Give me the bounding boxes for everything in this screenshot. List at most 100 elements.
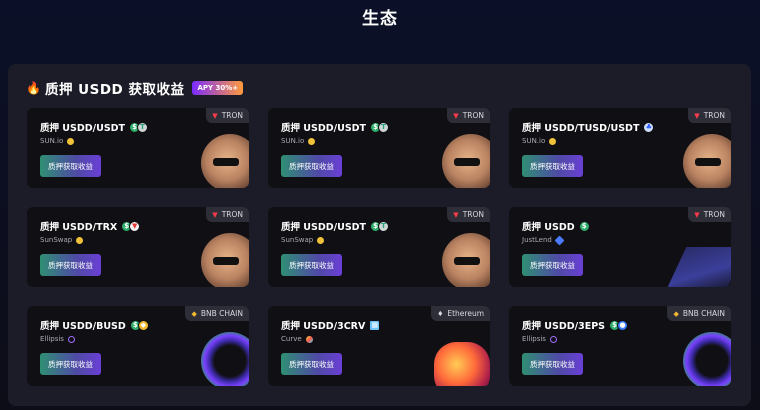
card-title-row: 质押 USDD/3CRV ▦ (281, 318, 381, 332)
token-icons: ▦ (369, 319, 381, 331)
ellipsis-illustration (201, 332, 249, 386)
chain-label: Ethereum (447, 309, 484, 318)
curve-icon (305, 335, 313, 343)
usdd-icon: $ (578, 220, 590, 232)
tron-icon: ▼ (453, 111, 459, 120)
tron-icon: ▼ (694, 210, 700, 219)
sunio-icon (308, 137, 316, 145)
sun-mascot-illustration (442, 233, 490, 287)
3eps-icon: ● (617, 319, 629, 331)
protocol-row: SunSwap (40, 236, 84, 244)
protocol-row: JustLend (522, 235, 565, 245)
stake-button[interactable]: 质押获取收益 (281, 353, 342, 375)
card-title-row: 质押 USDD/TUSD/USDT ♣ (522, 120, 655, 134)
sunio-icon (549, 137, 557, 145)
stake-button[interactable]: 质押获取收益 (522, 353, 583, 375)
sunswap-icon (76, 236, 84, 244)
panel-header: 🔥 质押 USDD 获取收益 APY 30%+ (26, 80, 244, 98)
pool-title: 质押 USDD/USDT (281, 222, 367, 233)
sun-mascot-illustration (201, 233, 249, 287)
stake-button[interactable]: 质押获取收益 (40, 155, 101, 177)
usdt-icon: T (378, 121, 390, 133)
ellipsis-icon (549, 335, 557, 343)
token-icons: $ T (129, 121, 149, 133)
chain-tag: ▼ TRON (206, 207, 249, 222)
apy-badge: APY 30%+ (192, 81, 244, 95)
justlend-illustration (667, 247, 731, 287)
pool-card: ▼ TRON 质押 USDD/TUSD/USDT ♣ SUN.io 质押获取收益 (509, 108, 731, 188)
pool-card: ▼ TRON 质押 USDD/USDT $ T SunSwap 质押获取收益 (268, 207, 490, 287)
token-icons: $ (578, 220, 590, 232)
chain-tag: ▼ TRON (206, 108, 249, 123)
protocol-row: Ellipsis (40, 335, 75, 343)
tusd-icon: ♣ (643, 121, 655, 133)
protocol-row: SUN.io (40, 137, 75, 145)
token-icons: $ ● (609, 319, 629, 331)
pool-title: 质押 USDD/3CRV (281, 321, 366, 332)
card-title-row: 质押 USDD/USDT $ T (281, 120, 390, 134)
tron-icon: ▼ (694, 111, 700, 120)
chain-tag: ▼ TRON (688, 108, 731, 123)
3crv-icon: ▦ (369, 319, 381, 331)
tron-icon: ▼ (453, 210, 459, 219)
pool-title: 质押 USDD/TUSD/USDT (522, 123, 640, 134)
usdt-icon: T (137, 121, 149, 133)
staking-panel: 🔥 质押 USDD 获取收益 APY 30%+ ▼ TRON 质押 USDD/U… (8, 64, 751, 406)
tron-icon: ▼ (212, 210, 218, 219)
stake-button[interactable]: 质押获取收益 (40, 254, 101, 276)
card-title-row: 质押 USDD/USDT $ T (281, 219, 390, 233)
chain-label: TRON (462, 210, 484, 219)
stake-button[interactable]: 质押获取收益 (281, 155, 342, 177)
sun-mascot-illustration (683, 134, 731, 188)
card-title-row: 质押 USDD/3EPS $ ● (522, 318, 629, 332)
protocol-label: SUN.io (40, 137, 64, 145)
chain-tag: ◆ BNB CHAIN (185, 306, 249, 321)
chain-label: TRON (462, 111, 484, 120)
pool-title: 质押 USDD/USDT (40, 123, 126, 134)
protocol-label: SunSwap (40, 236, 73, 244)
protocol-label: SUN.io (281, 137, 305, 145)
ethereum-icon: ♦ (437, 309, 444, 318)
pool-title: 质押 USDD/USDT (281, 123, 367, 134)
chain-label: BNB CHAIN (682, 309, 725, 318)
stake-button[interactable]: 质押获取收益 (281, 254, 342, 276)
pool-card: ▼ TRON 质押 USDD $ JustLend 质押获取收益 (509, 207, 731, 287)
section-title: 质押 USDD 获取收益 (44, 82, 185, 98)
chain-label: TRON (703, 111, 725, 120)
stake-button[interactable]: 质押获取收益 (522, 155, 583, 177)
protocol-label: Ellipsis (40, 335, 64, 343)
tron-icon: ▼ (212, 111, 218, 120)
protocol-row: SUN.io (281, 137, 316, 145)
stake-button[interactable]: 质押获取收益 (40, 353, 101, 375)
pool-title: 质押 USDD/TRX (40, 222, 118, 233)
token-icons: ♣ (643, 121, 655, 133)
fire-icon: 🔥 (26, 81, 41, 95)
protocol-row: SunSwap (281, 236, 325, 244)
chain-tag: ♦ Ethereum (431, 306, 490, 321)
protocol-row: Ellipsis (522, 335, 557, 343)
protocol-label: Curve (281, 335, 302, 343)
bnb-icon: ◆ (673, 309, 679, 318)
busd-icon: ◆ (137, 319, 149, 331)
usdt-icon: T (378, 220, 390, 232)
sunswap-icon (317, 236, 325, 244)
pool-card: ♦ Ethereum 质押 USDD/3CRV ▦ Curve 质押获取收益 (268, 306, 490, 386)
pool-card: ▼ TRON 质押 USDD/USDT $ T SUN.io 质押获取收益 (27, 108, 249, 188)
stake-button[interactable]: 质押获取收益 (522, 254, 583, 276)
chain-tag: ▼ TRON (447, 207, 490, 222)
card-title-row: 质押 USDD/BUSD $ ◆ (40, 318, 149, 332)
card-title-row: 质押 USDD/USDT $ T (40, 120, 149, 134)
pool-title: 质押 USDD/3EPS (522, 321, 606, 332)
chain-label: TRON (703, 210, 725, 219)
token-icons: $ ▼ (121, 220, 141, 232)
chain-label: BNB CHAIN (200, 309, 243, 318)
protocol-label: SunSwap (281, 236, 314, 244)
pool-title: 质押 USDD (522, 222, 575, 233)
chain-tag: ▼ TRON (447, 108, 490, 123)
sun-mascot-illustration (201, 134, 249, 188)
chain-label: TRON (221, 210, 243, 219)
sunio-icon (67, 137, 75, 145)
ellipsis-icon (67, 335, 75, 343)
pool-title: 质押 USDD/BUSD (40, 321, 126, 332)
token-icons: $ T (370, 220, 390, 232)
